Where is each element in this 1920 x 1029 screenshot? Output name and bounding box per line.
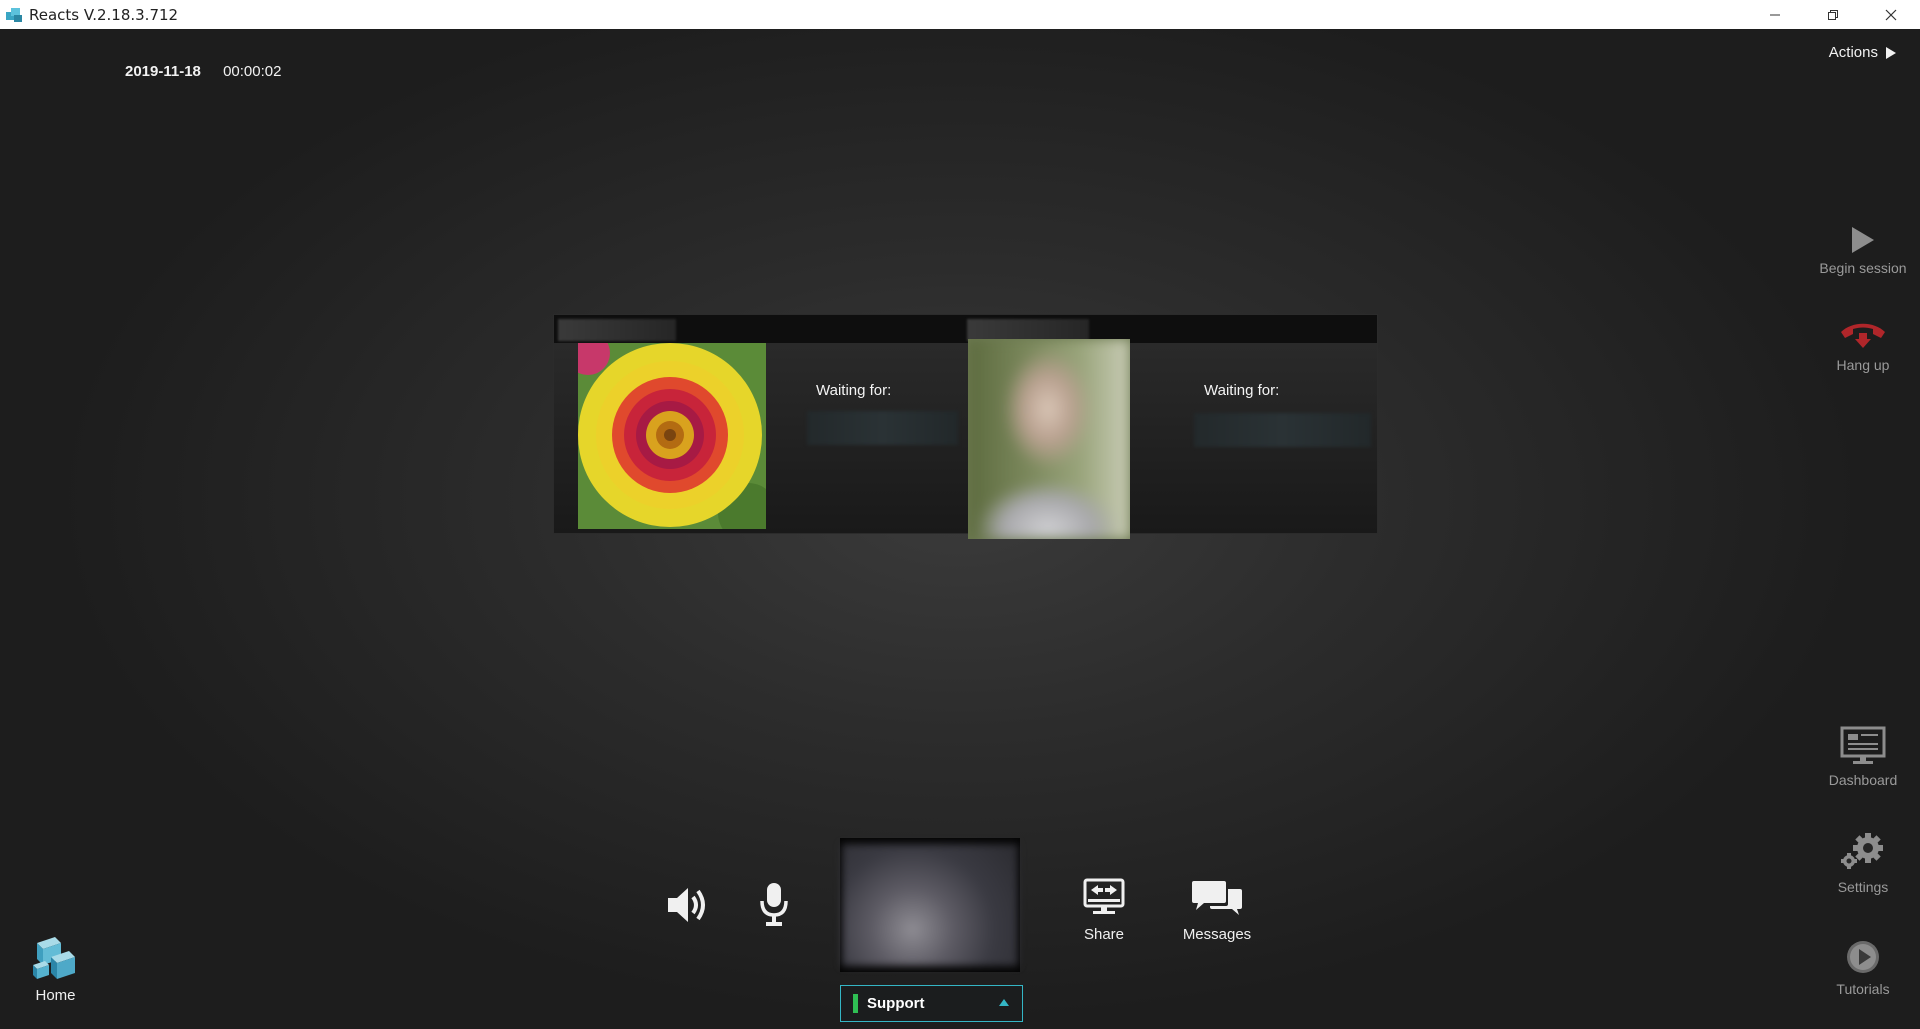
waiting-name-redacted (807, 411, 958, 445)
participant-header (554, 315, 965, 343)
title-bar: Reacts V.2.18.3.712 (0, 0, 1920, 30)
hang-up-label: Hang up (1836, 357, 1890, 373)
actions-button[interactable]: Actions (1829, 44, 1896, 61)
messages-button[interactable]: Messages (1182, 879, 1252, 943)
close-button[interactable] (1862, 0, 1920, 29)
close-icon (1885, 9, 1897, 20)
tutorials-label: Tutorials (1836, 981, 1890, 997)
participant-name-redacted (967, 319, 1089, 341)
participant-body: Waiting for: (965, 339, 1377, 539)
caret-up-icon (999, 999, 1009, 1006)
speaker-button[interactable] (666, 884, 710, 930)
self-video-blurred (842, 844, 1018, 966)
begin-session-label: Begin session (1819, 260, 1907, 276)
gear-icon (1841, 833, 1883, 869)
screen-share-icon (1083, 878, 1125, 914)
speaker-icon (668, 888, 705, 922)
flower-photo (578, 343, 766, 529)
person-photo-blurred (968, 339, 1130, 539)
hang-up-button[interactable]: Hang up (1803, 319, 1920, 373)
channel-selector[interactable]: Support (840, 985, 1023, 1022)
settings-label: Settings (1837, 879, 1889, 895)
microphone-button[interactable] (758, 881, 790, 931)
participant-tile[interactable]: Waiting for: (965, 315, 1377, 539)
play-icon (1852, 227, 1874, 253)
messages-label: Messages (1182, 926, 1252, 943)
waiting-status: Waiting for: (816, 382, 892, 399)
waiting-status: Waiting for: (1204, 382, 1280, 399)
home-cubes-icon (32, 937, 75, 979)
share-button[interactable]: Share (1082, 878, 1126, 943)
phone-hangup-icon (1841, 323, 1885, 348)
restore-button[interactable] (1804, 0, 1862, 29)
share-label: Share (1083, 926, 1125, 943)
session-datetime: 2019-11-18 00:00:02 (125, 63, 299, 80)
session-date: 2019-11-18 (125, 63, 201, 80)
restore-icon (1828, 9, 1838, 20)
self-video-preview[interactable] (840, 838, 1020, 972)
participant-name-redacted (558, 319, 676, 341)
home-label: Home (35, 987, 76, 1004)
home-button[interactable]: Home (28, 935, 83, 1004)
participant-body: Waiting for: (554, 343, 965, 533)
channel-label: Support (867, 995, 925, 1012)
dashboard-icon (1840, 726, 1886, 764)
minimize-button[interactable] (1746, 0, 1804, 29)
waiting-name-redacted (1194, 413, 1371, 447)
dashboard-button[interactable]: Dashboard (1803, 726, 1920, 788)
settings-button[interactable]: Settings (1803, 831, 1920, 895)
participant-tile[interactable]: Waiting for: (554, 315, 965, 533)
chat-bubbles-icon (1192, 881, 1242, 915)
participants-grid: Waiting for: Waiting for: (553, 314, 1378, 539)
call-area: 2019-11-18 00:00:02 Actions Begin sessio… (0, 29, 1920, 1029)
channel-status-indicator (853, 994, 858, 1013)
app-logo-icon (5, 6, 23, 24)
tutorials-button[interactable]: Tutorials (1803, 939, 1920, 997)
minimize-icon (1770, 14, 1780, 15)
window-title: Reacts V.2.18.3.712 (29, 5, 179, 24)
play-triangle-icon (1886, 46, 1896, 59)
begin-session-button[interactable]: Begin session (1803, 226, 1920, 276)
dashboard-label: Dashboard (1828, 772, 1898, 788)
tutorial-play-icon (1847, 941, 1879, 973)
microphone-icon (760, 883, 788, 926)
session-timer: 00:00:02 (223, 63, 282, 80)
actions-label: Actions (1828, 44, 1878, 61)
